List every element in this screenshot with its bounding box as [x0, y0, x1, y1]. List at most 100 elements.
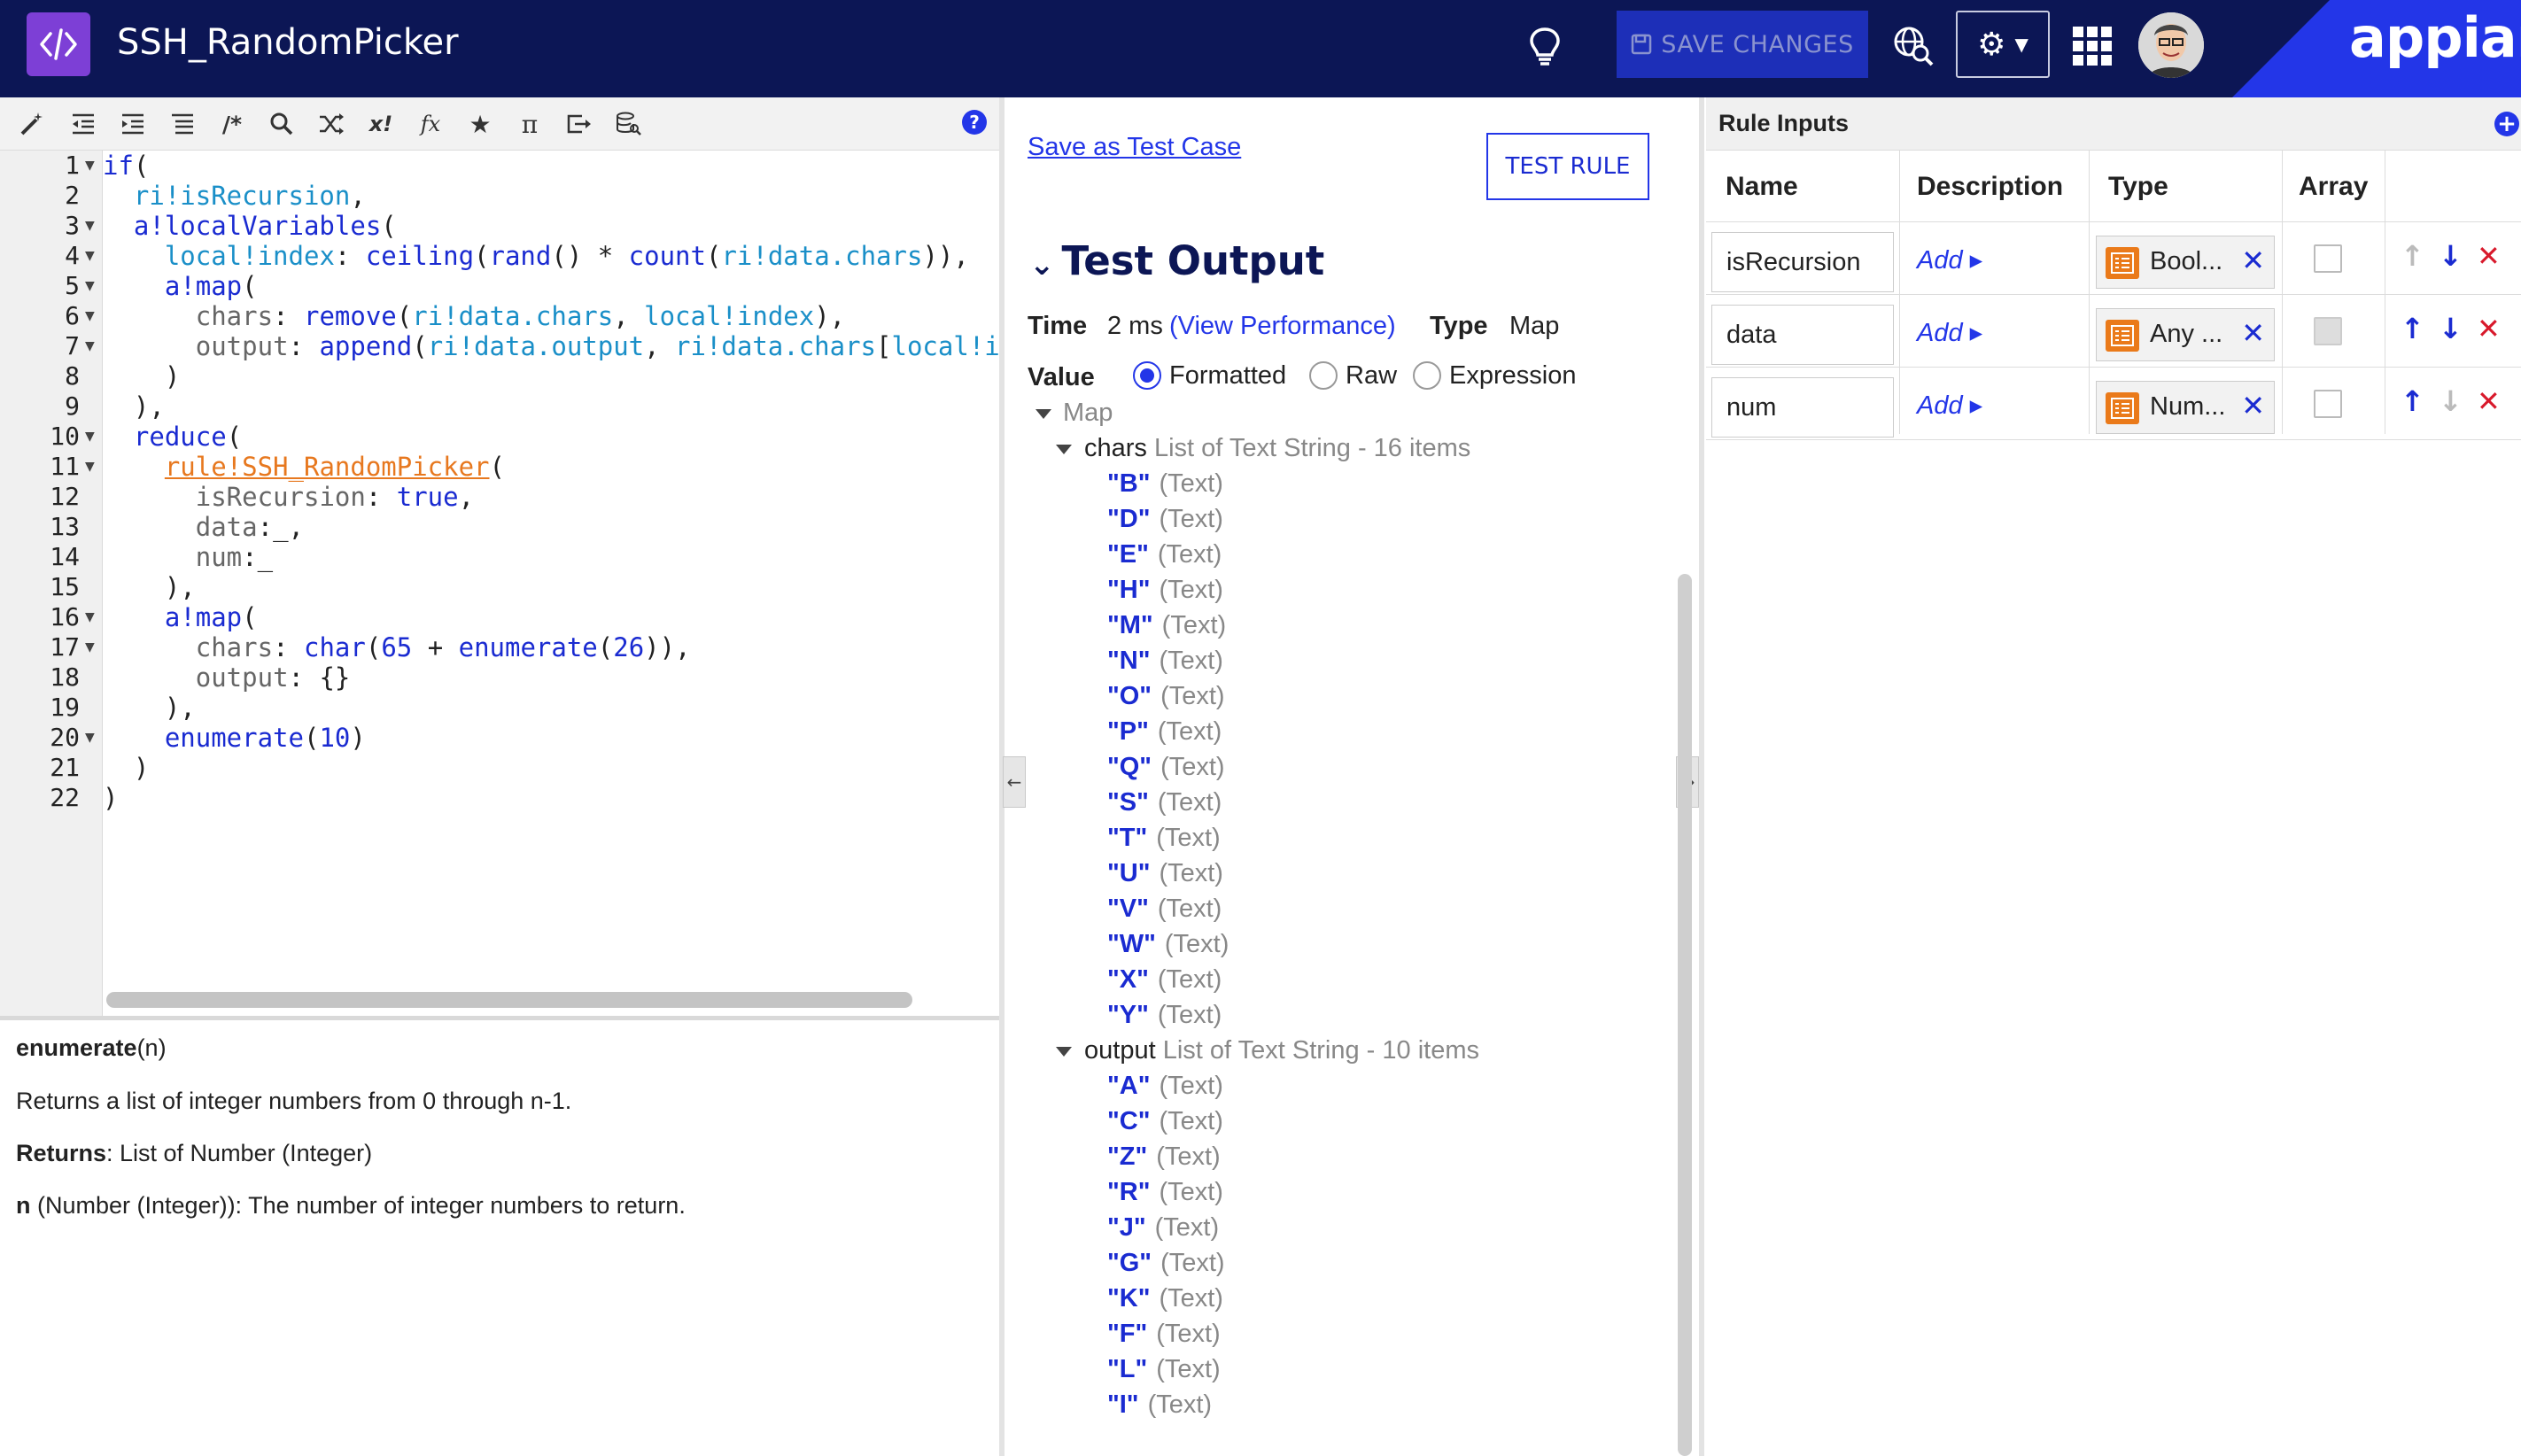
- code-line: num:_: [195, 542, 274, 572]
- comment-icon[interactable]: /*: [214, 106, 250, 142]
- raw-radio[interactable]: [1309, 361, 1338, 390]
- star-icon[interactable]: ★: [462, 106, 498, 142]
- move-up-icon[interactable]: ↑: [2401, 312, 2424, 345]
- code-line: a!map(: [164, 602, 258, 632]
- line-number: 6: [65, 301, 80, 330]
- fold-toggle-icon[interactable]: ▼: [85, 422, 95, 452]
- expression-editor[interactable]: if( ri!isRecursion, a!localVariables( lo…: [103, 151, 999, 983]
- move-down-icon[interactable]: ↓: [2439, 239, 2463, 273]
- wand-icon[interactable]: [14, 106, 50, 142]
- list-item: "R" (Text): [1107, 1178, 1223, 1206]
- save-as-test-case-link[interactable]: Save as Test Case: [1028, 133, 1241, 162]
- type-value: Map: [1509, 312, 1560, 340]
- add-description-link[interactable]: Add ▸: [1917, 390, 1982, 421]
- globe-search-icon[interactable]: [1885, 18, 1942, 74]
- array-checkbox[interactable]: [2314, 390, 2342, 418]
- add-rule-input-icon[interactable]: +: [2494, 112, 2519, 136]
- fold-toggle-icon[interactable]: ▼: [85, 211, 95, 241]
- map-expand-icon[interactable]: [1036, 409, 1051, 419]
- code-line: enumerate(10): [164, 723, 366, 753]
- fold-toggle-icon[interactable]: ▼: [85, 151, 95, 181]
- add-description-label: Add: [1917, 391, 1963, 420]
- data-type-label: Num...: [2150, 392, 2226, 421]
- shuffle-icon[interactable]: [314, 106, 349, 142]
- rule-input-name-field[interactable]: isRecursion: [1711, 232, 1894, 292]
- right-splitter[interactable]: [1699, 97, 1704, 1456]
- export-icon[interactable]: [562, 106, 597, 142]
- data-type-label: Bool...: [2150, 247, 2223, 275]
- row-divider: [1706, 221, 2521, 222]
- fold-toggle-icon[interactable]: ▼: [85, 632, 95, 662]
- test-panel-scrollbar[interactable]: [1678, 574, 1692, 1456]
- formatted-radio[interactable]: [1133, 361, 1161, 390]
- pi-icon[interactable]: π: [512, 106, 547, 142]
- move-down-icon[interactable]: ↓: [2439, 312, 2463, 345]
- delete-input-icon[interactable]: ✕: [2477, 312, 2501, 345]
- add-description-label: Add: [1917, 319, 1963, 347]
- view-performance-link[interactable]: (View Performance): [1169, 312, 1396, 341]
- collapse-left-button[interactable]: ←: [1003, 756, 1026, 808]
- output-expand-icon[interactable]: [1056, 1047, 1072, 1057]
- rule-input-name-field[interactable]: num: [1711, 377, 1894, 438]
- clear-type-icon[interactable]: ✕: [2241, 316, 2265, 350]
- doc-description: Returns a list of integer numbers from 0…: [16, 1088, 572, 1114]
- save-changes-button[interactable]: SAVE CHANGES: [1617, 11, 1868, 78]
- line-number: 8: [65, 361, 80, 391]
- line-number: 10: [50, 422, 80, 451]
- user-avatar[interactable]: [2138, 12, 2204, 78]
- col-divider: [2282, 151, 2283, 434]
- type-picker[interactable]: Any ... ✕: [2096, 308, 2275, 361]
- list-item: "C" (Text): [1107, 1107, 1223, 1135]
- type-picker[interactable]: Num... ✕: [2096, 381, 2275, 434]
- variable-icon[interactable]: x!: [363, 106, 399, 142]
- code-line: output: append(ri!data.output, ri!data.c…: [195, 331, 999, 361]
- fold-toggle-icon[interactable]: ▼: [85, 271, 95, 301]
- chars-expand-icon[interactable]: [1056, 445, 1072, 454]
- expression-label: Expression: [1449, 361, 1577, 390]
- test-output-heading[interactable]: ⌄ Test Output: [1029, 237, 1324, 284]
- code-line: ri!isRecursion,: [133, 181, 366, 211]
- test-rule-button[interactable]: TEST RULE: [1486, 133, 1649, 200]
- list-item: "U" (Text): [1107, 859, 1223, 887]
- settings-menu-button[interactable]: ⚙ ▼: [1956, 11, 2050, 78]
- rule-input-name-field[interactable]: data: [1711, 305, 1894, 365]
- fold-toggle-icon[interactable]: ▼: [85, 602, 95, 632]
- code-line: chars: remove(ri!data.chars, local!index…: [195, 301, 846, 331]
- line-number: 13: [50, 512, 80, 541]
- doc-signature: enumerate(n): [16, 1034, 167, 1061]
- editor-horizontal-scrollbar[interactable]: [106, 992, 912, 1008]
- formatted-label: Formatted: [1169, 361, 1287, 390]
- line-number: 3: [65, 211, 80, 240]
- clear-type-icon[interactable]: ✕: [2241, 244, 2265, 277]
- outdent-icon[interactable]: [66, 106, 101, 142]
- search-icon[interactable]: [264, 106, 299, 142]
- fold-toggle-icon[interactable]: ▼: [85, 452, 95, 482]
- move-up-icon[interactable]: ↑: [2401, 384, 2424, 418]
- fold-toggle-icon[interactable]: ▼: [85, 723, 95, 753]
- app-grid-icon[interactable]: [2064, 18, 2121, 74]
- list-icon[interactable]: [165, 106, 200, 142]
- add-description-link[interactable]: Add ▸: [1917, 244, 1982, 275]
- code-line: local!index: ceiling(rand() * count(ri!d…: [164, 241, 969, 271]
- add-description-link[interactable]: Add ▸: [1917, 317, 1982, 348]
- code-app-icon[interactable]: [27, 12, 90, 76]
- lightbulb-icon[interactable]: [1516, 18, 1573, 74]
- clear-type-icon[interactable]: ✕: [2241, 389, 2265, 422]
- line-number: 18: [50, 662, 80, 692]
- fold-toggle-icon[interactable]: ▼: [85, 331, 95, 361]
- type-picker[interactable]: Bool... ✕: [2096, 236, 2275, 289]
- query-icon[interactable]: [611, 106, 647, 142]
- fold-toggle-icon[interactable]: ▼: [85, 301, 95, 331]
- function-icon[interactable]: fx: [413, 106, 448, 142]
- list-item: "N" (Text): [1107, 647, 1223, 675]
- expression-radio[interactable]: [1413, 361, 1441, 390]
- help-icon[interactable]: ?: [962, 110, 987, 135]
- indent-icon[interactable]: [115, 106, 151, 142]
- fold-toggle-icon[interactable]: ▼: [85, 241, 95, 271]
- list-item: "P" (Text): [1107, 717, 1222, 746]
- array-checkbox[interactable]: [2314, 244, 2342, 273]
- delete-input-icon[interactable]: ✕: [2477, 384, 2501, 418]
- editor-doc-divider[interactable]: [0, 1016, 999, 1020]
- delete-input-icon[interactable]: ✕: [2477, 239, 2501, 273]
- save-icon: [1632, 34, 1652, 55]
